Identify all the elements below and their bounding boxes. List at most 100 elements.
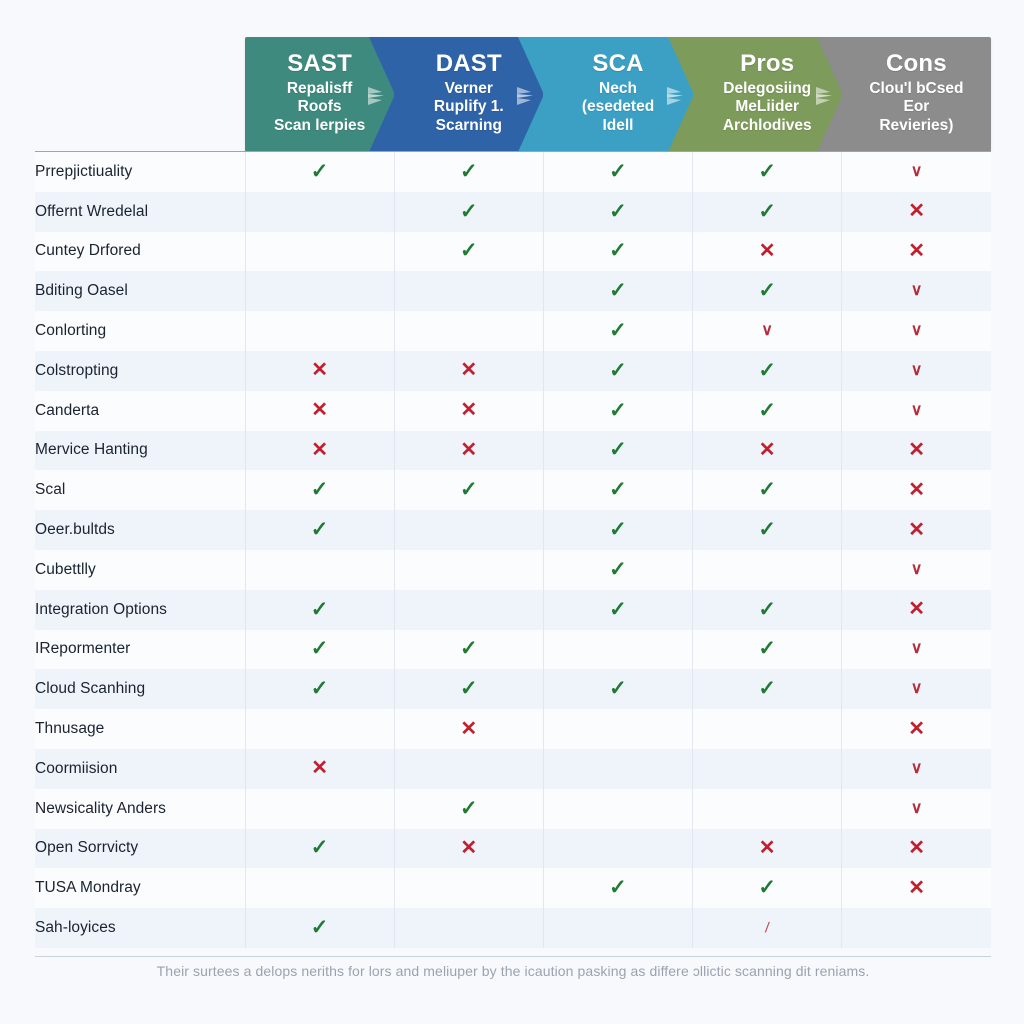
cell-sca: [543, 788, 694, 829]
row-label: Cubettlly: [35, 549, 246, 590]
cell-cons: ∨: [841, 311, 991, 351]
header-chevron-shape: [816, 37, 843, 152]
check-icon: ✓: [609, 159, 627, 183]
weak-check-icon: ∨: [910, 680, 923, 698]
table-row: Colstropting ✕ ✕ ✓ ✓ ∨: [35, 350, 991, 391]
cell-sast: [245, 311, 395, 351]
row-label: Conlorting: [35, 311, 246, 351]
cell-cons: ∨: [841, 629, 991, 670]
check-icon: ✓: [459, 159, 478, 183]
header-subtitle-line: Ruplify 1.: [433, 98, 504, 116]
header-cell-dast: DAST Verner Ruplify 1. Scarning: [394, 37, 545, 152]
cell-pros: ✓: [692, 271, 843, 312]
table-row: Scal ✓ ✓ ✓ ✓ ✕: [35, 470, 991, 511]
cell-cons: ∨: [841, 271, 991, 312]
row-label: Scal: [35, 470, 246, 511]
header-subtitle: Clou'l bCsed Eor Revieries): [869, 80, 963, 135]
cell-sca: ✓: [543, 669, 694, 710]
row-label: Sah-loyices: [35, 908, 246, 948]
faint-mark-icon: ∕: [764, 918, 770, 936]
cell-dast: ✓: [394, 152, 544, 192]
comparison-table-body: Prrepjictiuality ✓ ✓ ✓ ✓ ∨ Offernt Wredelal ✓ ✓ ✓…: [35, 152, 991, 948]
cross-icon: ✕: [460, 359, 478, 382]
cross-icon: ✕: [908, 836, 925, 859]
cell-dast: ✓: [394, 669, 544, 710]
check-icon: ✓: [310, 478, 329, 502]
check-icon: ✓: [758, 597, 776, 621]
row-label: Newsicality Anders: [35, 788, 246, 829]
cell-dast: ✓: [394, 629, 544, 670]
check-icon: ✓: [310, 916, 329, 940]
cell-sca: ✓: [543, 271, 694, 312]
cell-dast: [394, 549, 544, 590]
cell-cons: ∨: [841, 152, 991, 192]
table-row: Bditing Oasel ✓ ✓ ∨: [35, 271, 991, 312]
cell-pros: [692, 748, 843, 789]
cell-sca: ✓: [543, 191, 694, 232]
cell-sca: ✓: [543, 868, 694, 909]
row-label: Bditing Oasel: [35, 271, 246, 312]
check-icon: ✓: [310, 677, 329, 701]
cell-sast: [245, 271, 395, 312]
check-icon: ✓: [609, 478, 627, 502]
cell-sast: [245, 191, 395, 232]
cell-sast: [245, 788, 395, 829]
check-icon: ✓: [609, 199, 627, 223]
row-label: TUSA Mondray: [35, 868, 246, 909]
header-cell-pros: Pros Delegosiing MeLiider Archlodives: [692, 37, 843, 152]
header-chevron-shape: [369, 37, 396, 152]
row-label: Open Sorrvicty: [35, 828, 246, 869]
cell-dast: [394, 271, 544, 312]
cell-dast: [394, 589, 544, 630]
header-subtitle-line: Archlodives: [722, 116, 812, 134]
row-label: IRepormenter: [35, 629, 246, 670]
header-arrow-icon: [665, 82, 687, 108]
cross-icon: ✕: [908, 438, 925, 461]
cell-pros: ✕: [692, 231, 843, 272]
cell-dast: ✓: [394, 788, 544, 829]
cell-cons: ✕: [841, 430, 991, 471]
cell-sast: ✓: [245, 589, 395, 630]
cell-cons: ∨: [841, 669, 991, 710]
cell-dast: [394, 868, 544, 909]
cell-cons: ✕: [841, 868, 991, 909]
cross-icon: ✕: [758, 239, 776, 262]
check-icon: ✓: [310, 518, 329, 542]
check-icon: ✓: [459, 478, 478, 502]
row-label: Oeer.bultds: [35, 510, 246, 550]
cell-pros: [692, 549, 843, 590]
cell-dast: ✕: [394, 709, 544, 749]
cell-sast: ✓: [245, 908, 395, 948]
cell-sast: [245, 868, 395, 909]
cell-sast: ✕: [245, 350, 395, 391]
cell-cons: ∨: [841, 788, 991, 829]
header-subtitle: Repalisff Roofs Scan lerpies: [274, 80, 365, 135]
check-icon: ✓: [758, 637, 776, 661]
check-icon: ✓: [459, 677, 478, 701]
check-icon: ✓: [609, 279, 627, 303]
check-icon: ✓: [758, 199, 776, 223]
check-icon: ✓: [758, 677, 776, 701]
header-title: DAST: [435, 50, 502, 78]
check-icon: ✓: [758, 876, 776, 900]
cell-cons: ✕: [841, 191, 991, 232]
cell-sca: [543, 748, 694, 789]
check-icon: ✓: [459, 199, 478, 223]
check-icon: ✓: [758, 518, 776, 542]
row-label: Prrepjictiuality: [35, 152, 246, 192]
row-label: Mervice Hanting: [35, 430, 246, 471]
cell-sca: ✓: [543, 350, 694, 391]
check-icon: ✓: [609, 677, 627, 701]
cell-pros: ✓: [692, 589, 843, 630]
cell-sca: [543, 908, 694, 948]
check-icon: ✓: [310, 836, 329, 860]
header-subtitle-line: Revieries): [879, 116, 954, 134]
cell-sast: [245, 231, 395, 272]
cell-pros: ✓: [692, 350, 843, 391]
table-row: Coormiision ✕ ∨: [35, 748, 991, 789]
weak-check-icon: ∨: [910, 282, 923, 300]
table-bottom-rule: [35, 956, 991, 957]
header-chevron-shape: [667, 37, 694, 152]
cell-dast: ✕: [394, 390, 544, 431]
cell-sca: ✓: [543, 390, 694, 431]
